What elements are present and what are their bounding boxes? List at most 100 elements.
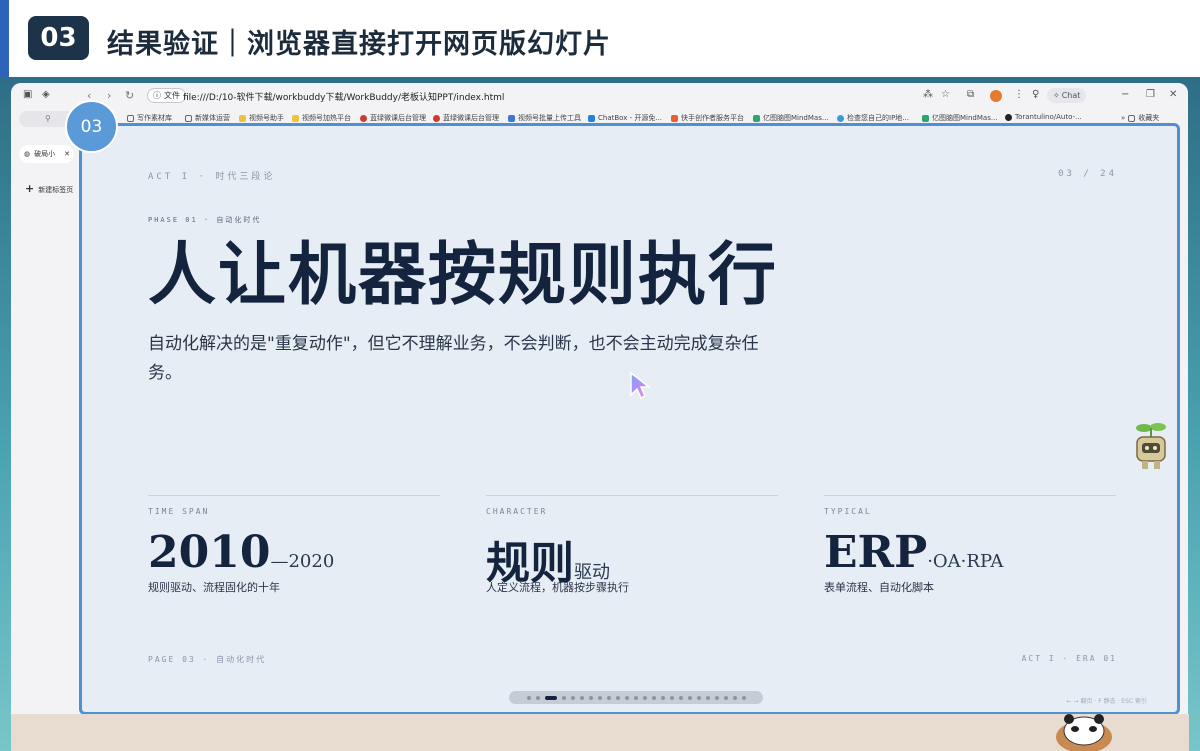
bookmark-item[interactable]: 蓝绿微课后台管理 [360,113,426,123]
act-label: ACT I · 时代三段论 [148,172,276,182]
stat-label: CHARACTER [486,507,548,516]
star-icon[interactable]: ☆ [941,90,950,100]
bookmark-item[interactable]: 视频号批量上传工具 [508,113,581,123]
stat-time-span: TIME SPAN 2010—2020 规则驱动、流程固化的十年 [148,495,440,594]
footer-era-label: ACT I · ERA 01 [1021,654,1117,663]
file-chip[interactable]: ⓘ 文件 [147,88,186,103]
panda-sticker-icon [1056,714,1112,751]
progress-dot[interactable] [651,695,656,700]
close-icon[interactable]: ✕ [1169,90,1177,100]
search-icon: ⚲ [45,114,51,123]
progress-dot[interactable] [705,695,710,700]
vertical-tab-strip: ◍ 破局小 ✕ + 新建标签页 [11,127,77,743]
progress-dot[interactable] [535,695,540,700]
bookmark-item[interactable]: 快手创作者服务平台 [671,113,744,123]
mouse-cursor-icon [630,371,652,400]
progress-dot-active[interactable] [544,695,557,700]
translate-icon[interactable]: ⁂ [923,90,933,100]
stat-big: 2010 [148,527,271,578]
page-counter: 03 / 24 [1058,169,1117,179]
progress-dot[interactable] [678,695,683,700]
bookmark-icon [753,114,760,122]
progress-dot[interactable] [588,695,593,700]
sprout-mascot-icon[interactable] [1132,419,1170,475]
progress-dot[interactable] [570,695,575,700]
bulb-icon[interactable]: ♀ [1032,90,1039,100]
progress-dot[interactable] [669,695,674,700]
progress-dot[interactable] [526,695,531,700]
progress-dot[interactable] [660,695,665,700]
bookmark-icon [837,114,844,122]
progress-dot[interactable] [606,695,611,700]
progress-dot[interactable] [561,695,566,700]
progress-dot[interactable] [615,695,620,700]
progress-dot[interactable] [633,695,638,700]
extensions-icon[interactable]: ⧉ [967,90,974,100]
globe-icon: ◍ [24,150,31,158]
bookmark-item[interactable]: Torantulino/Auto-... [1005,113,1082,121]
stat-typical: TYPICAL ERP·OA·RPA 表单流程、自动化脚本 [824,495,1116,594]
bookmark-item[interactable]: 新媒体运营 [185,113,230,123]
new-tab-button[interactable]: + 新建标签页 [25,182,73,195]
header-title: 结果验证｜浏览器直接打开网页版幻灯片 [107,29,611,60]
progress-dot[interactable] [741,695,746,700]
stat-desc: 人定义流程，机器按步骤执行 [486,581,629,594]
minimize-icon[interactable]: − [1121,90,1129,100]
profile-avatar[interactable] [990,90,1002,102]
bookmark-item[interactable]: 视频号加热平台 [292,113,351,123]
bookmark-item[interactable]: 亿图脑图MindMas... [922,113,998,123]
progress-dot[interactable] [597,695,602,700]
slide-subtext: 自动化解决的是"重复动作"，但它不理解业务，不会判断，也不会主动完成复杂任务。 [148,334,759,383]
bookmark-item[interactable]: ChatBox - 开源免... [588,113,662,123]
progress-dot[interactable] [624,695,629,700]
stat-character: CHARACTER 规则驱动 人定义流程，机器按步骤执行 [486,495,778,594]
refresh-icon[interactable]: ↻ [125,89,134,102]
sidebar-toggle-icon[interactable]: ▣ [23,90,32,100]
bookmarks-more[interactable]: » 收藏夹 [1121,113,1159,123]
progress-dot[interactable] [579,695,584,700]
maximize-icon[interactable]: ❐ [1146,90,1155,100]
forward-icon[interactable]: › [107,89,111,102]
chat-button[interactable]: ✧ Chat [1047,88,1087,103]
stat-label: TYPICAL [824,507,872,516]
bookmark-icon [588,114,595,122]
bookmark-item[interactable]: 亿图脑图MindMas... [753,113,829,123]
bookmark-item[interactable]: 视频号助手 [239,113,284,123]
bookmark-icon [239,114,246,122]
progress-dot[interactable] [714,695,719,700]
file-chip-label: 文件 [164,91,180,100]
slide-number-badge: 03 [65,100,118,153]
bookmark-icon [671,114,678,122]
stat-desc: 规则驱动、流程固化的十年 [148,581,280,594]
bookmark-icon [360,114,367,122]
browser-window: ▣ ◈ ‹ › ↻ ⓘ 文件 file:///D:/10-软件下载/workbu… [11,83,1188,743]
menu-icon[interactable]: ⋮ [1014,90,1024,100]
chat-icon: ✧ [1053,91,1060,100]
folder-icon [185,114,192,122]
bookmark-icon [922,114,929,122]
address-bar: ▣ ◈ ‹ › ↻ ⓘ 文件 file:///D:/10-软件下载/workbu… [11,83,1188,109]
github-icon [1005,113,1012,121]
workspace-icon[interactable]: ◈ [42,90,50,100]
tab-active[interactable]: ◍ 破局小 ✕ [19,145,74,163]
bookmark-item[interactable]: 检查您自己的IP地... [837,113,909,123]
slide-headline: 人让机器按规则执行 [148,235,779,315]
slide-header: 03 结果验证｜浏览器直接打开网页版幻灯片 [0,0,1200,77]
bookmark-item[interactable]: 写作素材库 [127,113,172,123]
progress-dot[interactable] [687,695,692,700]
footer-page-label: PAGE 03 · 自动化时代 [148,655,267,664]
progress-dot[interactable] [723,695,728,700]
stat-value: 2010—2020 [148,527,334,578]
progress-dot[interactable] [732,695,737,700]
slide-progress-dots[interactable] [509,691,763,704]
folder-icon [1128,114,1136,122]
tab-title: 破局小 [34,150,56,158]
url-field[interactable]: file:///D:/10-软件下载/workbuddy下载/WorkBuddy… [183,90,504,103]
progress-dot[interactable] [696,695,701,700]
tab-close-icon[interactable]: ✕ [64,150,70,158]
bookmark-icon [508,114,515,122]
plus-icon: + [25,182,35,195]
progress-dot[interactable] [642,695,647,700]
stat-label: TIME SPAN [148,507,210,516]
bookmark-item[interactable]: 蓝绿微课后台管理 [433,113,499,123]
